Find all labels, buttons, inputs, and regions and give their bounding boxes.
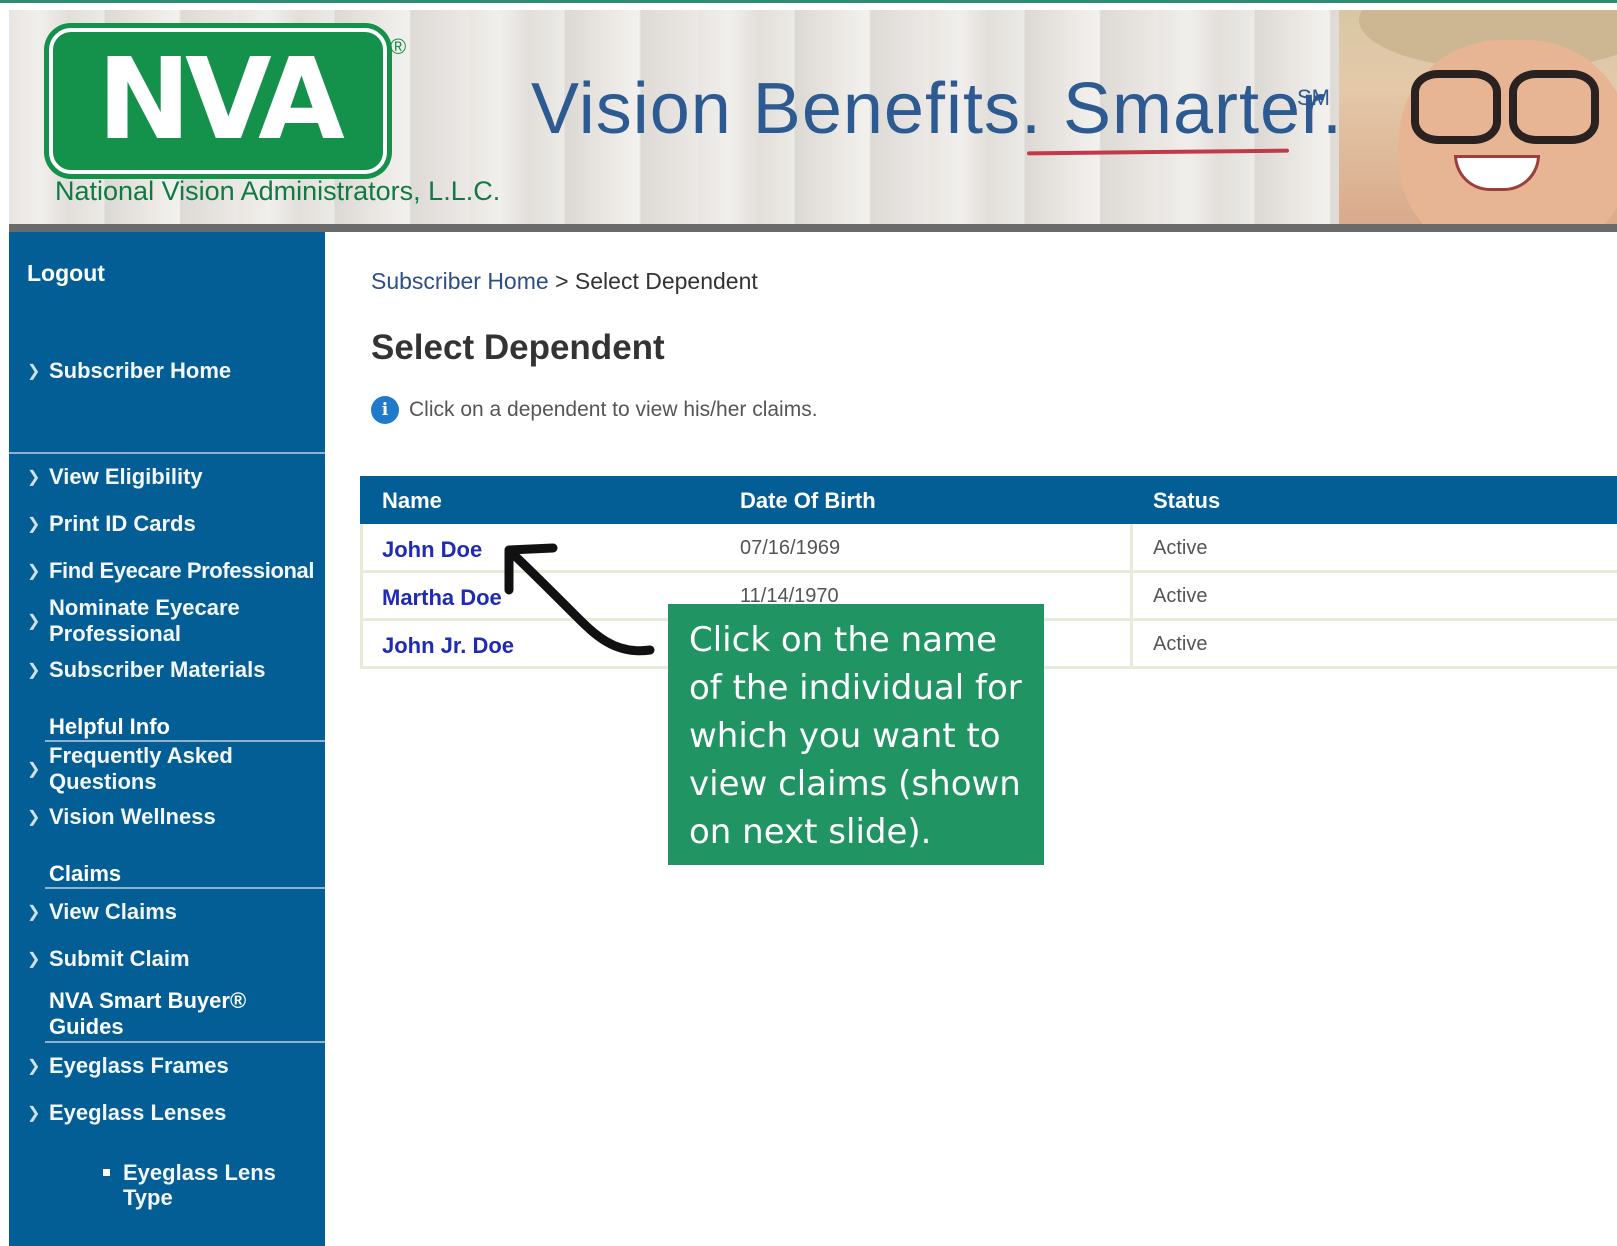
smart-buyer-guides-heading: NVA Smart Buyer® Guides <box>49 988 247 1039</box>
claims-heading: Claims <box>49 861 122 886</box>
chevron-right-icon: ❯ <box>27 809 41 826</box>
table-header <box>360 476 1617 524</box>
helpful-info-heading: Helpful Info <box>49 714 170 739</box>
column-header-status[interactable]: Status <box>1153 488 1220 514</box>
dependent-link-martha-doe[interactable]: Martha Doe <box>382 585 502 611</box>
info-message: i Click on a dependent to view his/her c… <box>371 396 818 424</box>
chevron-right-icon: ❯ <box>27 1105 41 1122</box>
chevron-right-icon: ❯ <box>27 363 41 380</box>
square-bullet-icon <box>103 1169 110 1176</box>
info-icon: i <box>371 396 399 424</box>
column-header-name[interactable]: Name <box>382 488 442 514</box>
breadcrumb-current: Select Dependent <box>574 268 758 294</box>
top-accent-line <box>0 0 1617 3</box>
dob-cell: 07/16/1969 <box>740 537 841 559</box>
curved-arrow-icon <box>504 543 655 656</box>
column-header-dob[interactable]: Date Of Birth <box>740 488 876 514</box>
chevron-right-icon: ❯ <box>27 662 41 679</box>
sidebar-nav: Logout ❯ Subscriber Home ❯ View Eligibil… <box>9 232 325 1246</box>
tagline: Vision Benefits. Smarter. <box>531 69 1344 149</box>
logout-link[interactable]: Logout <box>27 260 105 287</box>
logo-text: NVA <box>97 35 345 165</box>
header-divider <box>9 224 1617 232</box>
status-cell: Active <box>1153 633 1208 655</box>
chevron-right-icon: ❯ <box>27 516 41 533</box>
breadcrumb: Subscriber Home > Select Dependent <box>371 268 758 295</box>
chevron-right-icon: ❯ <box>27 761 41 778</box>
chevron-right-icon: ❯ <box>27 951 41 968</box>
info-text: Click on a dependent to view his/her cla… <box>409 398 818 421</box>
sidebar-divider <box>45 887 325 889</box>
model-photo <box>1339 10 1617 228</box>
registered-mark: ® <box>390 34 407 59</box>
company-name: National Vision Administrators, L.L.C. <box>55 176 501 206</box>
instruction-callout: Click on the name of the individual for … <box>668 604 1044 865</box>
status-cell: Active <box>1153 585 1208 607</box>
chevron-right-icon: ❯ <box>27 613 41 630</box>
dependent-link-john-doe[interactable]: John Doe <box>382 537 482 563</box>
chevron-right-icon: ❯ <box>27 1058 41 1075</box>
sidebar-divider <box>45 740 325 742</box>
chevron-right-icon: ❯ <box>27 563 41 580</box>
nva-logo[interactable]: NVA <box>49 28 387 174</box>
breadcrumb-subscriber-home[interactable]: Subscriber Home <box>371 268 549 294</box>
chevron-right-icon: ❯ <box>27 904 41 921</box>
service-mark: SM <box>1297 85 1330 110</box>
glasses-right-lens <box>1509 70 1599 144</box>
table-border-left <box>360 524 363 669</box>
sidebar-divider <box>9 452 325 454</box>
page-title: Select Dependent <box>371 328 665 367</box>
status-cell: Active <box>1153 537 1208 559</box>
glasses-left-lens <box>1411 70 1501 144</box>
chevron-right-icon: ❯ <box>27 469 41 486</box>
column-divider <box>1130 524 1133 669</box>
breadcrumb-separator: > <box>555 268 569 294</box>
sidebar-divider <box>45 1041 325 1043</box>
header-banner: NVA ® National Vision Administrators, L.… <box>9 10 1617 228</box>
